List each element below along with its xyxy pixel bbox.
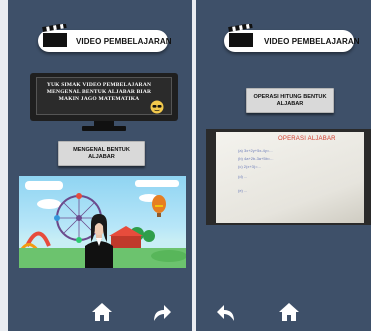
- left-screen: VIDEO PEMBELAJARAN YUK SIMAK VIDEO PEMBE…: [8, 0, 192, 331]
- paper-line: (b) 4a+2b-3a+5b=...: [238, 156, 274, 161]
- tv-screen: YUK SIMAK VIDEO PEMBELAJARAN MENGENAL BE…: [30, 73, 178, 121]
- sunglasses-emoji-icon: [150, 100, 164, 114]
- paper-line: (a) 3x+2y+5x-4y=...: [238, 148, 273, 153]
- header-pill: VIDEO PEMBELAJARAN: [224, 24, 359, 52]
- paper-title: OPERASI ALJABAR: [278, 136, 336, 142]
- paper-line: (e) ...: [238, 188, 248, 193]
- home-icon[interactable]: [91, 302, 113, 322]
- right-screen: VIDEO PEMBELAJARAN OPERASI HITUNG BENTUK…: [196, 0, 371, 331]
- home-icon[interactable]: [278, 302, 300, 322]
- mengenal-bentuk-aljabar-button[interactable]: MENGENAL BENTUK ALJABAR: [58, 141, 145, 166]
- back-arrow-icon[interactable]: [216, 302, 238, 322]
- worksheet-photo[interactable]: OPERASI ALJABAR (a) 3x+2y+5x-4y=... (b) …: [206, 129, 371, 225]
- operasi-hitung-bentuk-aljabar-button[interactable]: OPERASI HITUNG BENTUK ALJABAR: [246, 88, 334, 113]
- tv-banner: YUK SIMAK VIDEO PEMBELAJARAN MENGENAL BE…: [30, 73, 178, 133]
- paper-line: (c) 2(x+3)=...: [238, 164, 261, 169]
- forward-arrow-icon[interactable]: [150, 302, 172, 322]
- header-title: VIDEO PEMBELAJARAN: [264, 36, 360, 46]
- clapperboard-icon: [42, 24, 67, 47]
- clapperboard-icon: [228, 24, 253, 47]
- video-thumbnail[interactable]: [19, 176, 186, 268]
- amusement-park-illustration: [19, 180, 186, 268]
- paper-line: (d) ...: [238, 174, 248, 179]
- tv-text: YUK SIMAK VIDEO PEMBELAJARAN MENGENAL BE…: [46, 82, 152, 102]
- header-title: VIDEO PEMBELAJARAN: [76, 36, 172, 46]
- header-pill: VIDEO PEMBELAJARAN: [38, 24, 171, 52]
